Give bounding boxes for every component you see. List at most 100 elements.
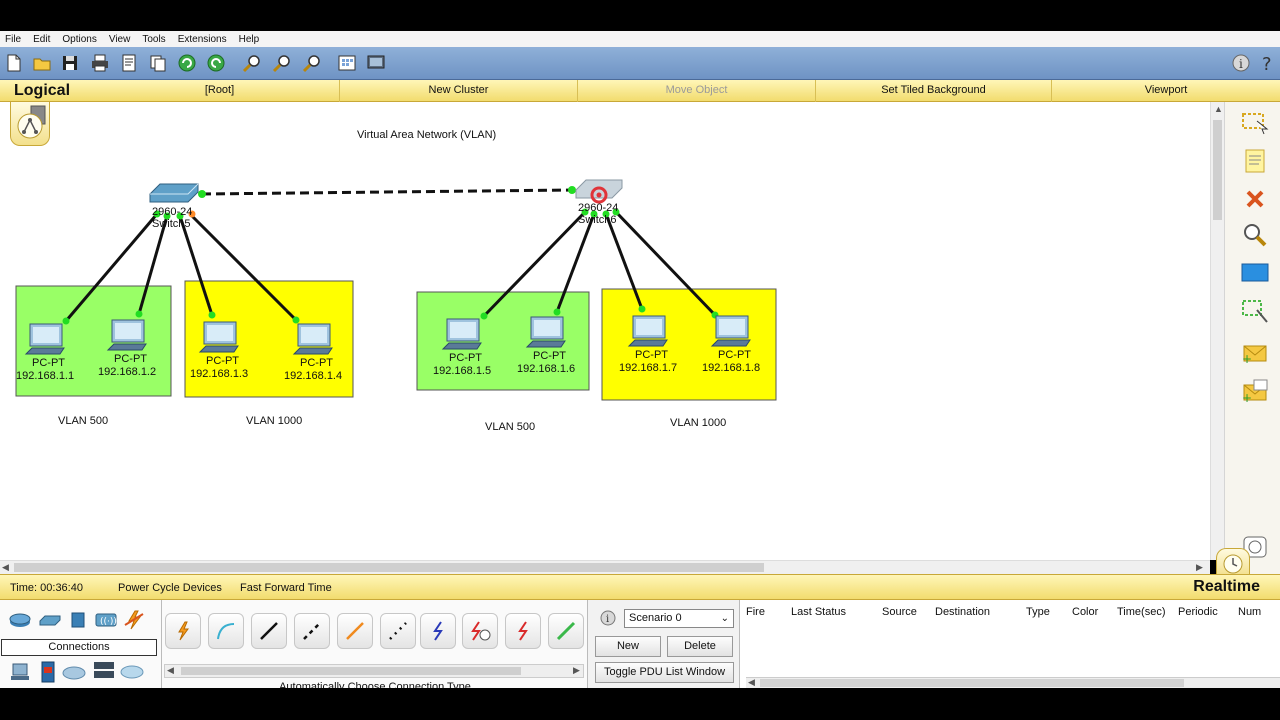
zoom-out-icon[interactable] [300,51,324,75]
fast-forward-time-button[interactable]: Fast Forward Time [240,582,332,594]
root-button[interactable]: [Root] [100,80,340,102]
coaxial-icon[interactable] [420,613,456,649]
multiuser-icon[interactable] [92,660,116,680]
horizontal-scroll-thumb[interactable] [14,563,764,572]
logical-mode-label[interactable]: Logical [14,82,70,100]
pc-device-3[interactable] [198,321,239,353]
pdu-header-destination: Destination [935,606,991,618]
fiber-icon[interactable] [337,613,373,649]
realtime-clock-icon [1223,554,1243,574]
set-tiled-background-button[interactable]: Set Tiled Background [816,80,1052,102]
add-simple-pdu-icon[interactable]: + [1240,338,1270,368]
logical-workspace-canvas[interactable]: 2960-24 Switch5 2960-24 Switch6 PC-PT 192… [0,102,1210,560]
wan-emulation-icon[interactable] [120,662,144,682]
trunk-port-left [198,190,206,198]
copy-icon[interactable] [146,51,170,75]
new-file-icon[interactable] [2,51,26,75]
canvas-vertical-scrollbar[interactable]: ▲ [1210,102,1224,560]
pdu-header-last-status: Last Status [791,606,847,618]
scenario-info-icon: i [600,610,616,626]
custom-device-icon[interactable] [36,661,60,683]
menu-options[interactable]: Options [57,34,103,45]
menu-help[interactable]: Help [234,34,267,45]
pc-type-label-2: PC-PT [114,353,147,365]
vertical-scroll-thumb[interactable] [1213,120,1222,220]
vlan-label-3: VLAN 500 [485,421,535,433]
menu-file[interactable]: File [0,34,28,45]
pc-type-label-5: PC-PT [449,352,482,364]
pc-ip-label-7: 192.168.1.7 [619,362,677,374]
toggle-pdu-list-button[interactable]: Toggle PDU List Window [595,662,734,683]
switch-icon[interactable] [38,610,62,630]
menu-tools[interactable]: Tools [137,34,172,45]
undo-icon[interactable] [175,51,199,75]
copper-straight-icon[interactable] [251,613,287,649]
realtime-tab[interactable] [1216,548,1250,576]
pc-device-1[interactable] [24,323,65,355]
serial-dte-icon[interactable] [505,613,541,649]
cloud-icon[interactable] [62,662,86,682]
open-folder-icon[interactable] [30,51,54,75]
realtime-mode-label[interactable]: Realtime [1193,578,1260,596]
elapsed-time: Time: 00:36:40 [10,582,83,594]
pc-type-label-1: PC-PT [32,357,65,369]
save-icon[interactable] [58,51,82,75]
pc-device-5[interactable] [441,318,482,350]
print-icon[interactable] [88,51,112,75]
zoom-in-icon[interactable] [240,51,264,75]
pdu-header-time: Time(sec) [1117,606,1166,618]
power-cycle-devices-button[interactable]: Power Cycle Devices [118,582,222,594]
scenario-select[interactable]: Scenario 0 ⌄ [624,609,734,628]
pc-device-6[interactable] [525,316,566,348]
connections-icon[interactable] [122,610,146,630]
viewport-button[interactable]: Viewport [1052,80,1280,102]
menu-extensions[interactable]: Extensions [173,34,234,45]
connection-types-scrollbar[interactable]: ◀ ▶ [164,664,584,678]
pc-device-7[interactable] [627,315,668,347]
help-icon[interactable]: ? [1256,51,1280,75]
redo-icon[interactable] [204,51,228,75]
resize-shape-icon[interactable] [1240,296,1270,326]
pc-device-8[interactable] [710,315,751,347]
pc-device-4[interactable] [292,323,333,355]
move-object-button[interactable]: Move Object [578,80,816,102]
draw-rectangle-icon[interactable] [1240,258,1270,288]
serial-dce-icon[interactable] [462,613,498,649]
logical-view-icon [17,105,46,139]
auto-connection-icon[interactable] [165,613,201,649]
delete-icon[interactable] [1240,184,1270,214]
zoom-reset-icon[interactable] [270,51,294,75]
new-scenario-button[interactable]: New [595,636,661,657]
svg-text:?: ? [1262,54,1272,73]
pdu-header-num: Num [1238,606,1262,618]
phone-cable-icon[interactable] [380,613,416,649]
end-device-icon[interactable] [8,662,32,682]
canvas-horizontal-scrollbar[interactable]: ◀ ▶ [0,560,1210,574]
vlan-label-1: VLAN 500 [58,415,108,427]
hub-icon[interactable] [66,610,90,630]
menu-edit[interactable]: Edit [28,34,57,45]
status-bar: Time: 00:36:40 Power Cycle Devices Fast … [0,574,1280,600]
custom-device-dialog-icon[interactable] [364,51,388,75]
console-cable-icon[interactable] [208,613,244,649]
menu-view[interactable]: View [104,34,138,45]
palette-icon[interactable] [335,51,359,75]
select-icon[interactable] [1240,108,1270,138]
pc-type-label-4: PC-PT [300,357,333,369]
pc-ip-label-1: 192.168.1.1 [16,370,74,382]
pc-device-2[interactable] [106,319,147,351]
new-cluster-button[interactable]: New Cluster [340,80,578,102]
wireless-icon[interactable]: ((·)) [94,610,118,630]
info-icon[interactable]: i [1229,51,1253,75]
logical-tab[interactable] [10,102,50,146]
copper-cross-icon[interactable] [294,613,330,649]
add-complex-pdu-icon[interactable]: + [1240,376,1270,406]
octal-cable-icon[interactable] [548,613,584,649]
activity-wizard-icon[interactable] [117,51,141,75]
delete-scenario-button[interactable]: Delete [667,636,733,657]
pc-ip-label-8: 192.168.1.8 [702,362,760,374]
inspect-icon[interactable] [1240,220,1270,250]
router-icon[interactable] [8,610,32,630]
pdu-list-scrollbar[interactable]: ◀ [746,677,1280,688]
place-note-icon[interactable] [1240,146,1270,176]
